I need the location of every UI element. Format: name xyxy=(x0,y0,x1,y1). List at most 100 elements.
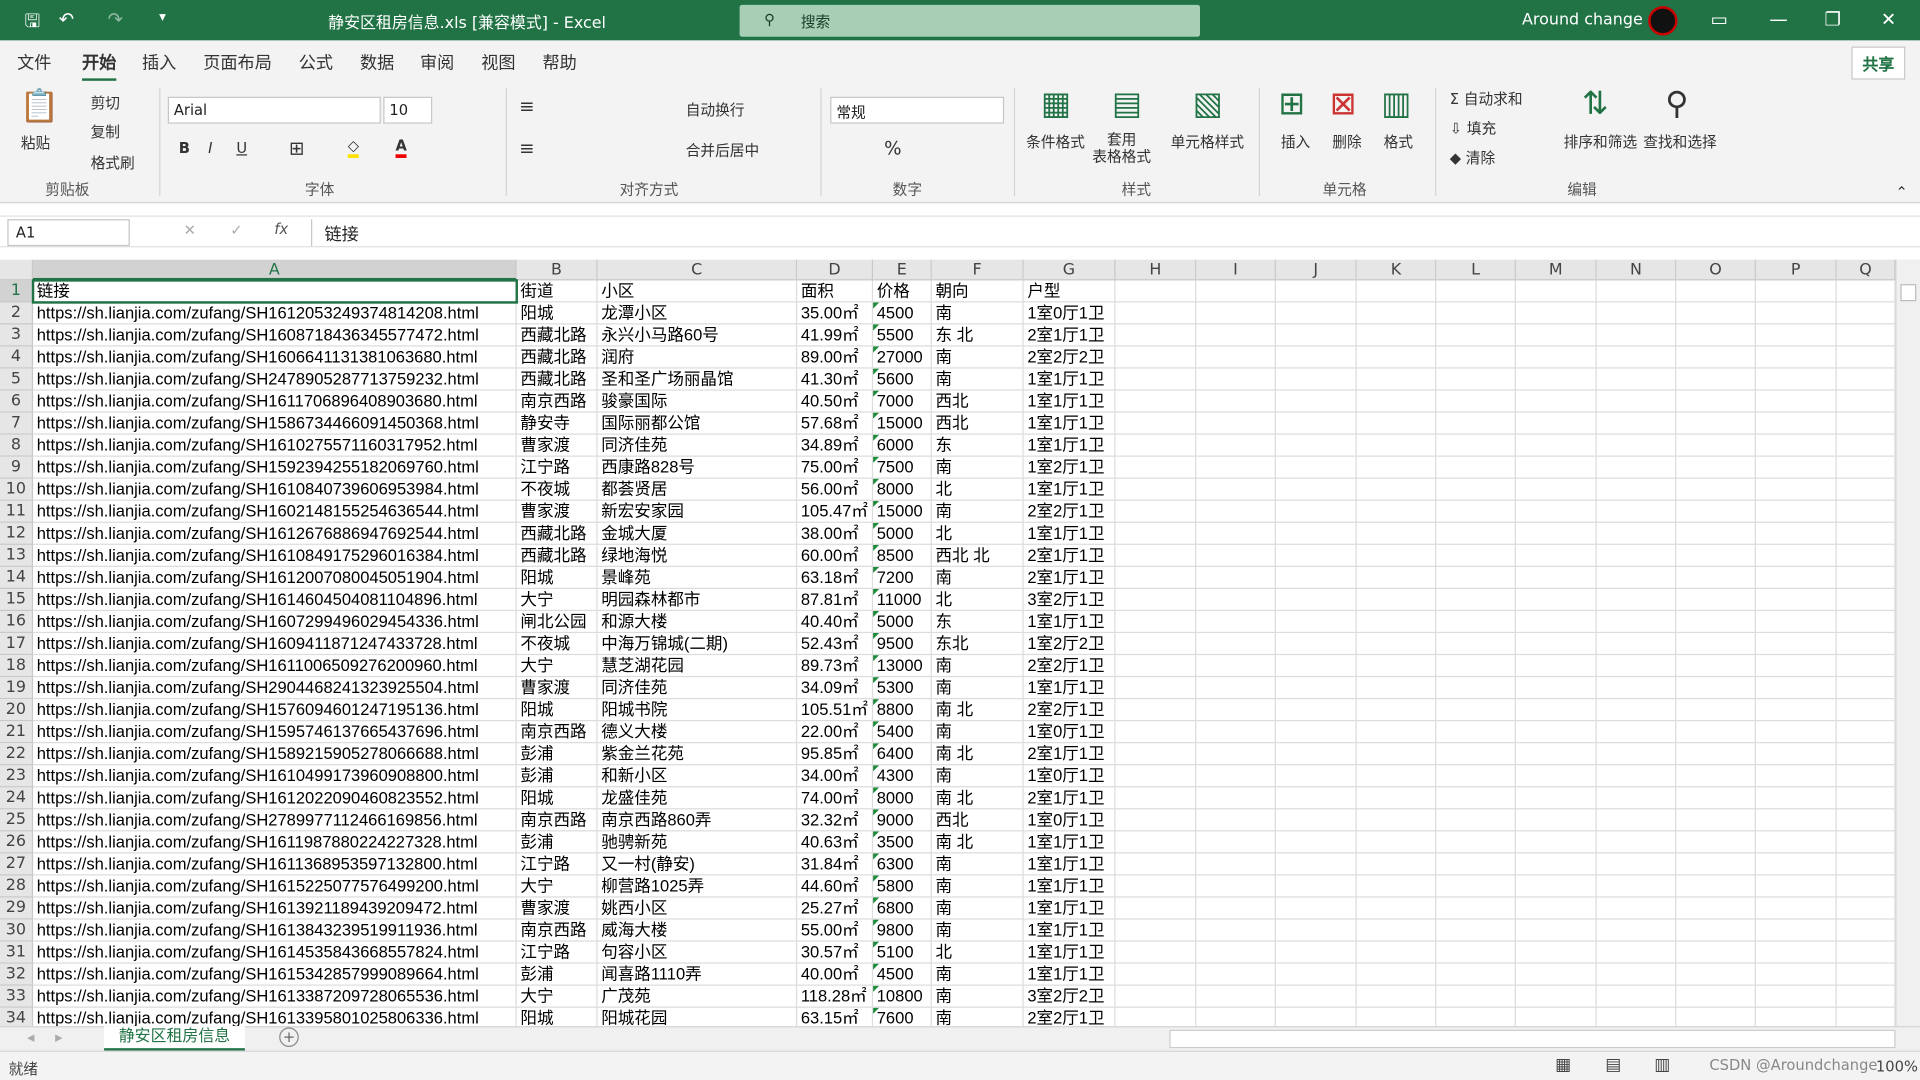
table-cell[interactable] xyxy=(1515,478,1597,501)
row-header[interactable]: 13 xyxy=(0,544,34,567)
table-cell[interactable] xyxy=(1436,324,1516,347)
table-cell[interactable]: 35.00㎡ xyxy=(797,302,874,325)
table-cell[interactable] xyxy=(1676,677,1756,700)
table-cell[interactable] xyxy=(1836,611,1896,634)
table-cell[interactable]: 静安寺 xyxy=(516,412,598,435)
table-cell[interactable] xyxy=(1356,566,1437,589)
table-cell[interactable] xyxy=(1515,677,1597,700)
table-cell[interactable]: 9500 xyxy=(873,633,932,656)
table-cell[interactable]: 13000 xyxy=(873,655,932,678)
table-cell[interactable]: 西藏北路 xyxy=(516,368,598,391)
table-cell[interactable] xyxy=(1356,611,1437,634)
row-header[interactable]: 22 xyxy=(0,743,34,766)
table-cell[interactable]: 38.00㎡ xyxy=(797,522,874,545)
header-cell[interactable] xyxy=(1836,280,1896,303)
table-cell[interactable] xyxy=(1515,787,1597,810)
table-cell[interactable] xyxy=(1196,390,1276,413)
table-cell[interactable] xyxy=(1115,434,1197,457)
table-cell[interactable]: 大宁 xyxy=(516,655,598,678)
table-cell[interactable]: https://sh.lianjia.com/zufang/SH16087184… xyxy=(33,324,517,347)
user-name[interactable]: Around change xyxy=(1522,11,1643,29)
table-cell[interactable] xyxy=(1676,412,1756,435)
table-cell[interactable]: 41.99㎡ xyxy=(797,324,874,347)
number-format-select[interactable]: 常规 xyxy=(830,96,1005,124)
table-cell[interactable]: 南 xyxy=(931,302,1024,325)
table-cell[interactable] xyxy=(1676,897,1756,920)
table-cell[interactable] xyxy=(1196,655,1276,678)
table-cell[interactable] xyxy=(1515,743,1597,766)
find-select-button[interactable]: 查找和选择 xyxy=(1643,131,1716,152)
table-cell[interactable]: 姚西小区 xyxy=(597,897,798,920)
table-cell[interactable]: 新宏安家园 xyxy=(597,500,798,523)
table-cell[interactable] xyxy=(1756,1007,1837,1027)
table-cell[interactable] xyxy=(1515,588,1597,612)
table-cell[interactable] xyxy=(1356,478,1437,501)
table-cell[interactable] xyxy=(1676,544,1756,567)
table-cell[interactable] xyxy=(1676,434,1756,457)
table-cell[interactable] xyxy=(1356,897,1437,920)
underline-button[interactable]: U xyxy=(236,140,247,157)
table-cell[interactable]: 2室1厅1卫 xyxy=(1023,566,1116,589)
table-cell[interactable]: 34.09㎡ xyxy=(797,677,874,700)
table-cell[interactable] xyxy=(1436,809,1516,832)
table-cell[interactable]: 40.00㎡ xyxy=(797,963,874,986)
table-cell[interactable] xyxy=(1836,963,1896,986)
table-cell[interactable]: 南 xyxy=(931,721,1024,744)
insert-cells-button[interactable]: 插入 xyxy=(1281,131,1310,152)
table-cell[interactable] xyxy=(1755,985,1837,1008)
table-cell[interactable] xyxy=(1196,434,1276,457)
table-cell[interactable]: 紫金兰花苑 xyxy=(597,743,798,766)
table-cell[interactable] xyxy=(1196,456,1276,479)
table-cell[interactable]: 曹家渡 xyxy=(516,434,598,457)
table-cell[interactable] xyxy=(1516,1007,1597,1027)
table-cell[interactable] xyxy=(1676,809,1756,832)
header-cell[interactable] xyxy=(1755,280,1837,303)
column-header-I[interactable]: I xyxy=(1196,259,1276,281)
collapse-ribbon-icon[interactable]: ⌃ xyxy=(1896,184,1908,201)
table-cell[interactable] xyxy=(1196,588,1276,612)
row-header[interactable]: 19 xyxy=(0,677,34,700)
table-cell[interactable]: 1室0厅1卫 xyxy=(1023,302,1116,325)
table-cell[interactable]: 曹家渡 xyxy=(516,500,598,523)
table-cell[interactable] xyxy=(1275,743,1357,766)
ribbon-display-icon[interactable]: ▭ xyxy=(1711,9,1728,31)
table-cell[interactable] xyxy=(1836,434,1896,457)
font-size-select[interactable]: 10 xyxy=(383,96,433,124)
table-cell[interactable] xyxy=(1755,721,1837,744)
table-cell[interactable]: 57.68㎡ xyxy=(797,412,874,435)
table-cell[interactable] xyxy=(1356,324,1437,347)
table-cell[interactable]: 34.89㎡ xyxy=(797,434,874,457)
table-cell[interactable] xyxy=(1515,765,1597,788)
table-cell[interactable] xyxy=(1515,434,1597,457)
table-cell[interactable] xyxy=(1515,390,1597,413)
table-cell[interactable] xyxy=(1436,633,1516,656)
table-cell[interactable] xyxy=(1275,897,1357,920)
table-cell[interactable] xyxy=(1275,941,1357,964)
restore-icon[interactable]: ❐ xyxy=(1824,9,1840,31)
table-cell[interactable]: 南 xyxy=(931,368,1024,391)
column-header-L[interactable]: L xyxy=(1436,259,1516,281)
table-cell[interactable]: 15000 xyxy=(873,500,932,523)
table-cell[interactable]: 6800 xyxy=(873,897,932,920)
header-cell[interactable] xyxy=(1356,280,1437,303)
table-cell[interactable] xyxy=(1755,611,1837,634)
table-cell[interactable]: 5600 xyxy=(873,368,932,391)
table-cell[interactable] xyxy=(1755,831,1837,854)
worksheet-grid[interactable]: A B C D E F G H I J K L M N O P Q 1 链接 街道 小区 面积 价格 朝向 户型 2 https:/… xyxy=(0,259,1896,1027)
row-header[interactable]: 30 xyxy=(0,919,34,942)
table-cell[interactable] xyxy=(1275,765,1357,788)
table-cell[interactable]: 北 xyxy=(931,522,1024,545)
table-cell[interactable] xyxy=(1275,611,1357,634)
table-cell[interactable] xyxy=(1596,765,1677,788)
table-cell[interactable] xyxy=(1676,456,1756,479)
table-cell[interactable] xyxy=(1196,831,1276,854)
table-cell[interactable] xyxy=(1596,809,1677,832)
table-cell[interactable]: 龙盛佳苑 xyxy=(597,787,798,810)
table-cell[interactable] xyxy=(1115,390,1197,413)
table-cell[interactable] xyxy=(1596,831,1677,854)
table-cell[interactable] xyxy=(1755,765,1837,788)
table-cell[interactable] xyxy=(1356,875,1437,898)
table-cell[interactable]: 南 北 xyxy=(931,831,1024,854)
table-cell[interactable] xyxy=(1356,633,1437,656)
table-cell[interactable]: 5800 xyxy=(873,875,932,898)
